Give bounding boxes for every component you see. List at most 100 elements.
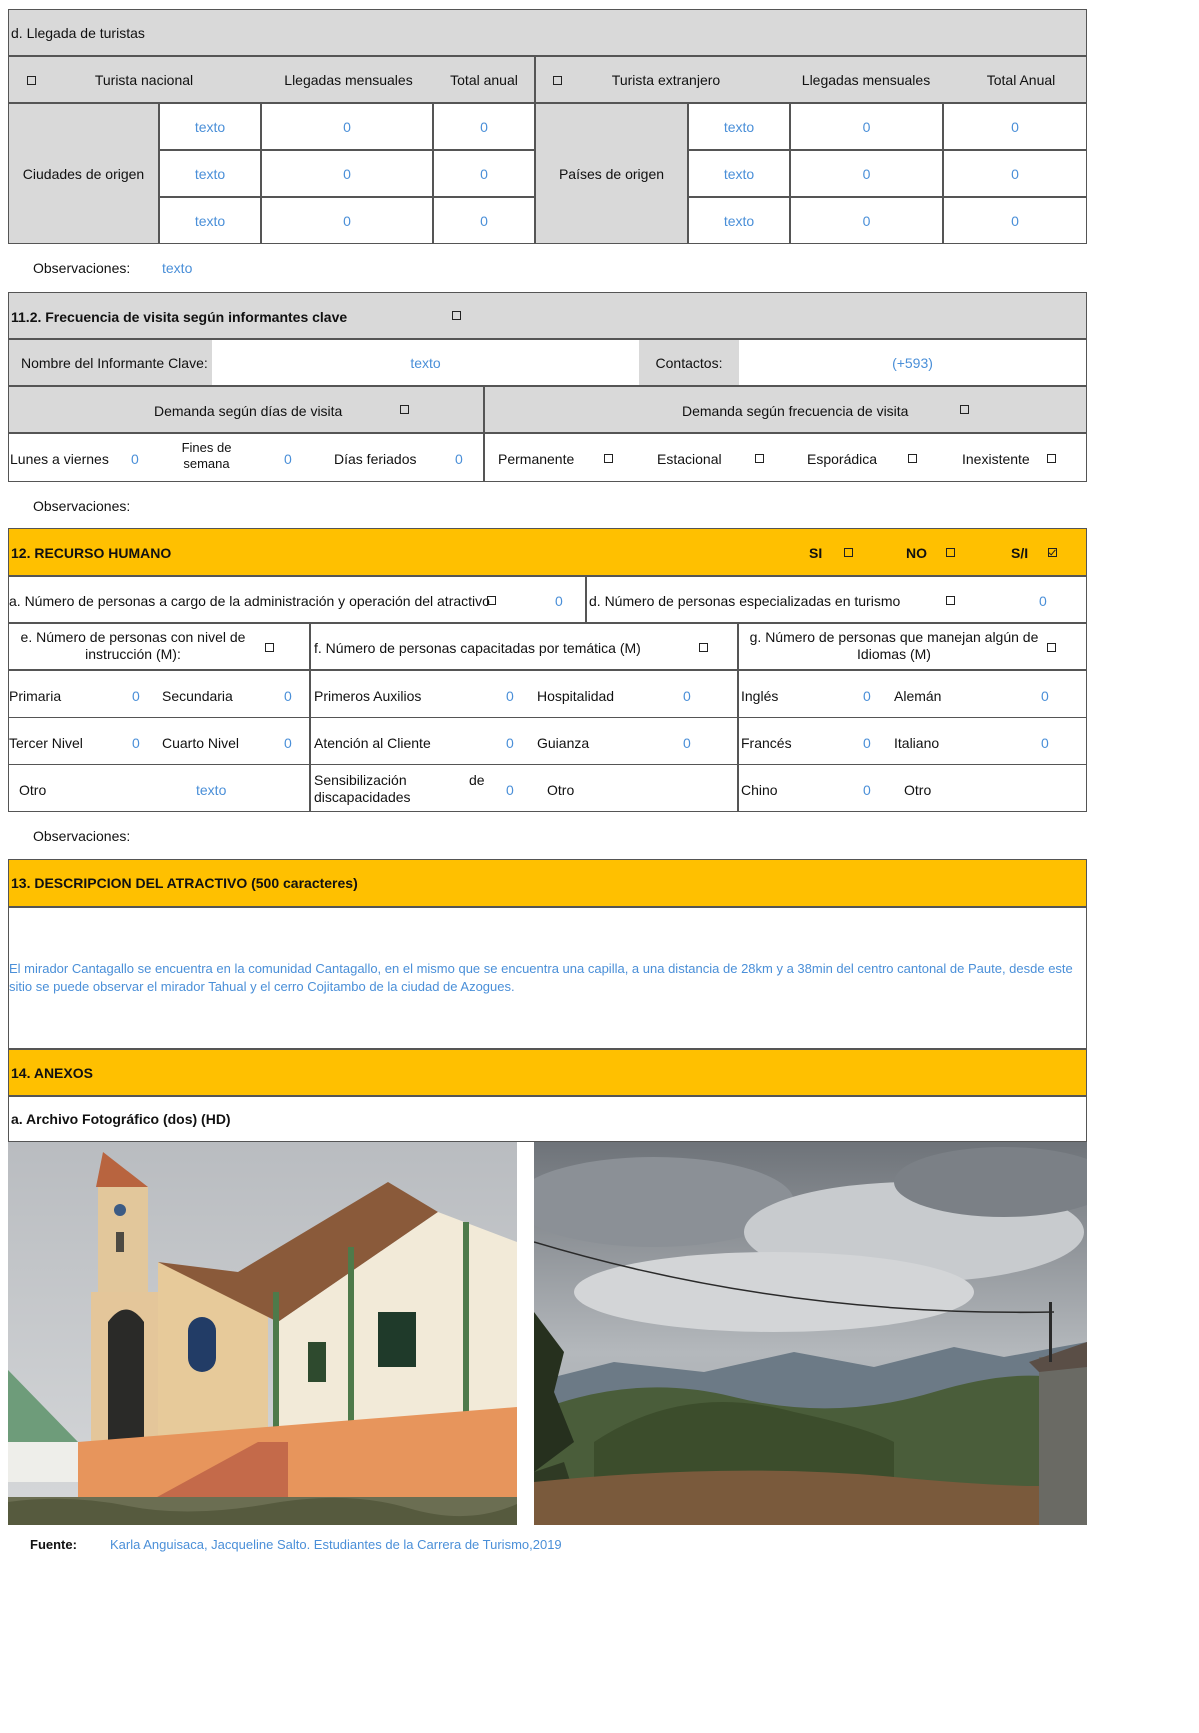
recurso-title: 12. RECURSO HUMANO <box>11 545 172 561</box>
instruccion-checkbox[interactable] <box>265 643 274 652</box>
pais-origen-3[interactable]: texto <box>688 197 790 244</box>
cuarto-value[interactable]: 0 <box>284 735 292 751</box>
italiano-label: Italiano <box>894 735 940 751</box>
ciudad-mensual-2[interactable]: 0 <box>261 150 433 197</box>
contactos-label: Contactos: <box>639 340 739 385</box>
aleman-value[interactable]: 0 <box>1041 688 1049 704</box>
feriados-value[interactable]: 0 <box>455 451 463 467</box>
extranjero-mensuales-header: Llegadas mensuales <box>801 71 931 88</box>
admin-checkbox[interactable] <box>487 596 496 605</box>
tematica-grid: Primeros Auxilios 0 Hospitalidad 0 Atenc… <box>310 670 738 812</box>
idiomas-checkbox[interactable] <box>1047 643 1056 652</box>
atencion-value[interactable]: 0 <box>506 735 514 751</box>
ciudad-mensual-1[interactable]: 0 <box>261 103 433 150</box>
nacional-header: Turista nacional Llegadas mensuales Tota… <box>8 56 535 103</box>
guianza-value[interactable]: 0 <box>683 735 691 751</box>
instruccion-divider-1 <box>9 717 309 718</box>
informante-value[interactable]: texto <box>212 340 639 385</box>
tematica-label: f. Número de personas capacitadas por te… <box>314 640 641 656</box>
atencion-label: Atención al Cliente <box>314 735 431 751</box>
italiano-value[interactable]: 0 <box>1041 735 1049 751</box>
lunes-label: Lunes a viernes <box>10 451 109 467</box>
ciudad-anual-1[interactable]: 0 <box>433 103 535 150</box>
llegada-observaciones-value[interactable]: texto <box>162 260 192 276</box>
no-checkbox[interactable] <box>946 548 955 557</box>
ciudad-origen-3[interactable]: texto <box>159 197 261 244</box>
demanda-dias-checkbox[interactable] <box>400 405 409 414</box>
secundaria-value[interactable]: 0 <box>284 688 292 704</box>
instruccion-header: e. Número de personas con nivel de instr… <box>8 623 310 670</box>
pais-mensual-3[interactable]: 0 <box>790 197 943 244</box>
chino-value[interactable]: 0 <box>863 782 871 798</box>
tematica-checkbox[interactable] <box>699 643 708 652</box>
extranjero-anual-header: Total Anual <box>986 71 1056 88</box>
permanente-checkbox[interactable] <box>604 454 613 463</box>
si-info-checkbox[interactable] <box>1048 548 1057 557</box>
fines-value[interactable]: 0 <box>284 451 292 467</box>
especializadas-value[interactable]: 0 <box>1039 593 1047 609</box>
demanda-frecuencia-checkbox[interactable] <box>960 405 969 414</box>
extranjero-label: Turista extranjero <box>611 71 721 88</box>
ingles-value[interactable]: 0 <box>863 688 871 704</box>
inexistente-label: Inexistente <box>962 451 1030 467</box>
llegada-title-row: d. Llegada de turistas <box>8 9 1087 56</box>
especializadas-label: d. Número de personas especializadas en … <box>589 593 901 609</box>
contactos-value[interactable]: (+593) <box>739 340 1086 385</box>
ciudad-origen-2[interactable]: texto <box>159 150 261 197</box>
pais-anual-3[interactable]: 0 <box>943 197 1087 244</box>
sensibilizacion-value[interactable]: 0 <box>506 782 514 798</box>
tercer-label: Tercer Nivel <box>9 735 83 751</box>
auxilios-value[interactable]: 0 <box>506 688 514 704</box>
lunes-value[interactable]: 0 <box>131 451 139 467</box>
otro-label: Otro <box>19 782 47 798</box>
frances-label: Francés <box>741 735 792 751</box>
tematica-divider-1 <box>311 717 737 718</box>
ciudad-origen-1[interactable]: texto <box>159 103 261 150</box>
tematica-header: f. Número de personas capacitadas por te… <box>310 623 738 670</box>
tercer-value[interactable]: 0 <box>132 735 140 751</box>
ciudad-mensual-3[interactable]: 0 <box>261 197 433 244</box>
ciudad-anual-2[interactable]: 0 <box>433 150 535 197</box>
instruccion-grid: Primaria 0 Secundaria 0 Tercer Nivel 0 C… <box>8 670 310 812</box>
admin-value[interactable]: 0 <box>555 593 563 609</box>
paises-origen-label: Países de origen <box>535 103 688 244</box>
si-checkbox[interactable] <box>844 548 853 557</box>
extranjero-header: Turista extranjero Llegadas mensuales To… <box>535 56 1087 103</box>
pais-origen-2[interactable]: texto <box>688 150 790 197</box>
descripcion-text[interactable]: El mirador Cantagallo se encuentra en la… <box>9 960 1086 996</box>
frecuencia-checkbox[interactable] <box>452 311 461 320</box>
nacional-checkbox[interactable] <box>27 76 36 85</box>
demanda-dias-row: Lunes a viernes 0 Fines de semana 0 Días… <box>8 433 484 482</box>
extranjero-checkbox[interactable] <box>553 76 562 85</box>
primaria-label: Primaria <box>9 688 62 704</box>
secundaria-label: Secundaria <box>162 688 233 704</box>
idiomas-header: g. Número de personas que manejan algún … <box>738 623 1087 670</box>
instruccion-divider-2 <box>9 764 309 765</box>
informante-label: Nombre del Informante Clave: <box>9 340 212 385</box>
estacional-label: Estacional <box>657 451 722 467</box>
sensibilizacion-de: de <box>469 772 485 788</box>
estacional-checkbox[interactable] <box>755 454 764 463</box>
ciudad-anual-3[interactable]: 0 <box>433 197 535 244</box>
demanda-frecuencia-row: Permanente Estacional Esporádica Inexist… <box>484 433 1087 482</box>
demanda-dias-label: Demanda según días de visita <box>154 403 343 419</box>
descripcion-title: 13. DESCRIPCION DEL ATRACTIVO (500 carac… <box>11 875 358 891</box>
otro-value[interactable]: texto <box>196 782 226 798</box>
demanda-dias-header: Demanda según días de visita <box>8 386 484 433</box>
pais-mensual-2[interactable]: 0 <box>790 150 943 197</box>
frances-value[interactable]: 0 <box>863 735 871 751</box>
feriados-label: Días feriados <box>334 451 417 467</box>
pais-origen-1[interactable]: texto <box>688 103 790 150</box>
inexistente-checkbox[interactable] <box>1047 454 1056 463</box>
pais-anual-1[interactable]: 0 <box>943 103 1087 150</box>
cuarto-label: Cuarto Nivel <box>162 735 240 751</box>
hospitalidad-value[interactable]: 0 <box>683 688 691 704</box>
idiomas-grid: Inglés 0 Alemán 0 Francés 0 Italiano 0 C… <box>738 670 1087 812</box>
pais-anual-2[interactable]: 0 <box>943 150 1087 197</box>
esporadica-checkbox[interactable] <box>908 454 917 463</box>
ciudades-origen-label: Ciudades de origen <box>8 103 159 244</box>
nacional-mensuales-header: Llegadas mensuales <box>284 71 413 88</box>
primaria-value[interactable]: 0 <box>132 688 140 704</box>
especializadas-checkbox[interactable] <box>946 596 955 605</box>
pais-mensual-1[interactable]: 0 <box>790 103 943 150</box>
